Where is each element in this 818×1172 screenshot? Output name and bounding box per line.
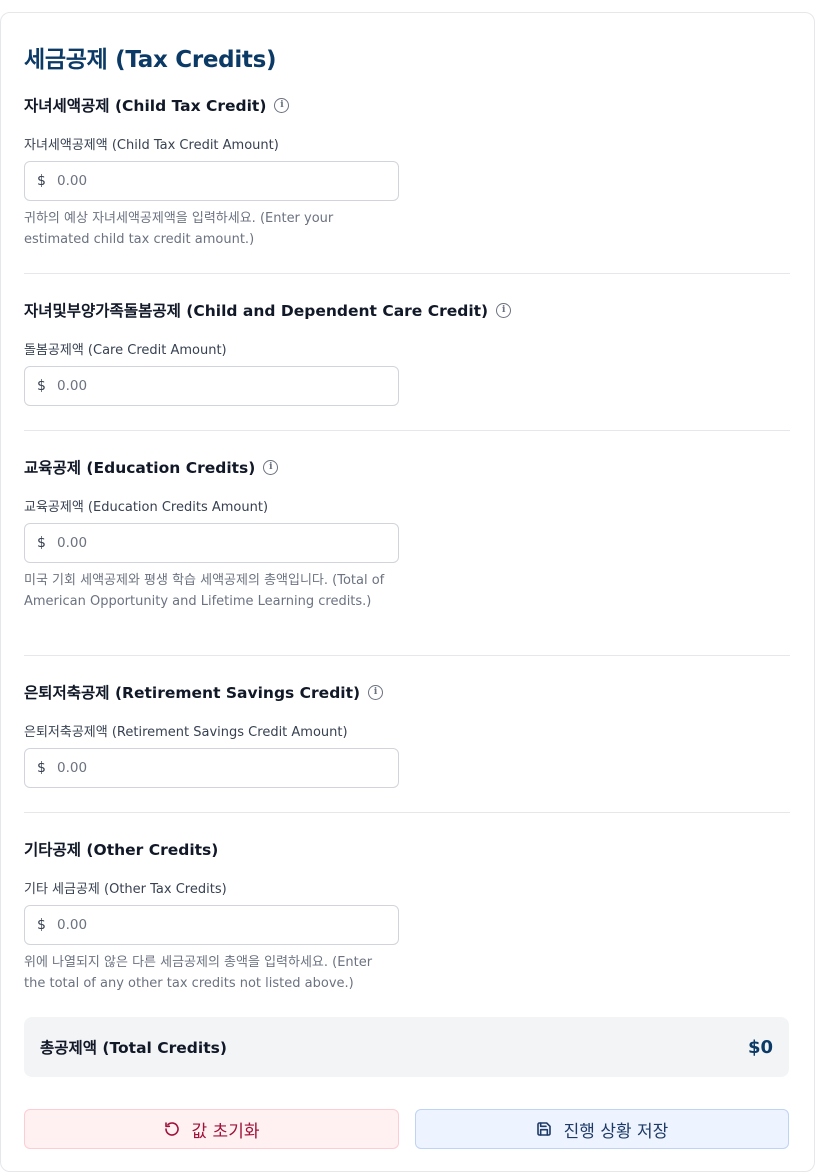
save-progress-button[interactable]: 진행 상황 저장 (415, 1109, 789, 1149)
info-icon[interactable]: i (496, 302, 512, 318)
section-heading: 자녀세액공제 (Child Tax Credit) (24, 97, 267, 115)
field-label: 교육공제액 (Education Credits Amount) (24, 500, 269, 515)
retirement-savings-input-wrapper: $ (24, 748, 399, 788)
field-label: 자녀세액공제액 (Child Tax Credit Amount) (24, 138, 279, 153)
currency-symbol: $ (37, 535, 46, 551)
currency-symbol: $ (37, 378, 46, 394)
section-education-credits: 교육공제 (Education Credits) i 교육공제액 (Educat… (24, 456, 790, 609)
divider (24, 655, 790, 656)
currency-symbol: $ (37, 760, 46, 776)
divider (24, 430, 790, 431)
education-credits-input-wrapper: $ (24, 523, 399, 563)
reset-button-label: 값 초기화 (191, 1121, 260, 1142)
divider (24, 273, 790, 274)
info-icon[interactable]: i (368, 684, 384, 700)
total-credits-value: $0 (747, 1036, 773, 1058)
save-button-label: 진행 상황 저장 (563, 1121, 669, 1142)
child-tax-credit-input[interactable] (57, 173, 377, 189)
reset-values-button[interactable]: 값 초기화 (24, 1109, 399, 1149)
info-icon[interactable]: i (274, 97, 290, 113)
section-other-credits: 기타공제 (Other Credits) 기타 세금공제 (Other Tax … (24, 838, 790, 991)
section-heading: 교육공제 (Education Credits) (24, 459, 256, 477)
section-dependent-care-credit: 자녀및부양가족돌봄공제 (Child and Dependent Care Cr… (24, 299, 790, 406)
section-retirement-savings-credit: 은퇴저축공제 (Retirement Savings Credit) i 은퇴저… (24, 681, 790, 788)
save-icon (536, 1121, 552, 1137)
other-credits-input-wrapper: $ (24, 905, 399, 945)
total-credits-panel: 총공제액 (Total Credits) $0 (24, 1017, 789, 1077)
section-heading: 은퇴저축공제 (Retirement Savings Credit) (24, 684, 361, 702)
info-icon[interactable]: i (263, 459, 279, 475)
currency-symbol: $ (37, 917, 46, 933)
retirement-savings-input[interactable] (57, 760, 377, 776)
divider (24, 812, 790, 813)
page-title: 세금공제 (Tax Credits) (24, 47, 277, 73)
help-text: 미국 기회 세액공제와 평생 학습 세액공제의 총액입니다. (Total of… (24, 573, 385, 609)
section-child-tax-credit: 자녀세액공제 (Child Tax Credit) i 자녀세액공제액 (Chi… (24, 94, 790, 247)
total-credits-label: 총공제액 (Total Credits) (40, 1039, 227, 1057)
education-credits-input[interactable] (57, 535, 377, 551)
other-credits-input[interactable] (57, 917, 377, 933)
child-tax-credit-input-wrapper: $ (24, 161, 399, 201)
care-credit-input[interactable] (57, 378, 377, 394)
help-text: 위에 나열되지 않은 다른 세금공제의 총액을 입력하세요. (Enter th… (24, 955, 373, 991)
currency-symbol: $ (37, 173, 46, 189)
field-label: 은퇴저축공제액 (Retirement Savings Credit Amoun… (24, 725, 348, 740)
help-text: 귀하의 예상 자녀세액공제액을 입력하세요. (Enter your estim… (24, 211, 334, 247)
field-label: 돌봄공제액 (Care Credit Amount) (24, 343, 227, 358)
care-credit-input-wrapper: $ (24, 366, 399, 406)
section-heading: 기타공제 (Other Credits) (24, 841, 219, 859)
rotate-ccw-icon (164, 1121, 180, 1137)
field-label: 기타 세금공제 (Other Tax Credits) (24, 882, 227, 897)
section-heading: 자녀및부양가족돌봄공제 (Child and Dependent Care Cr… (24, 302, 489, 320)
